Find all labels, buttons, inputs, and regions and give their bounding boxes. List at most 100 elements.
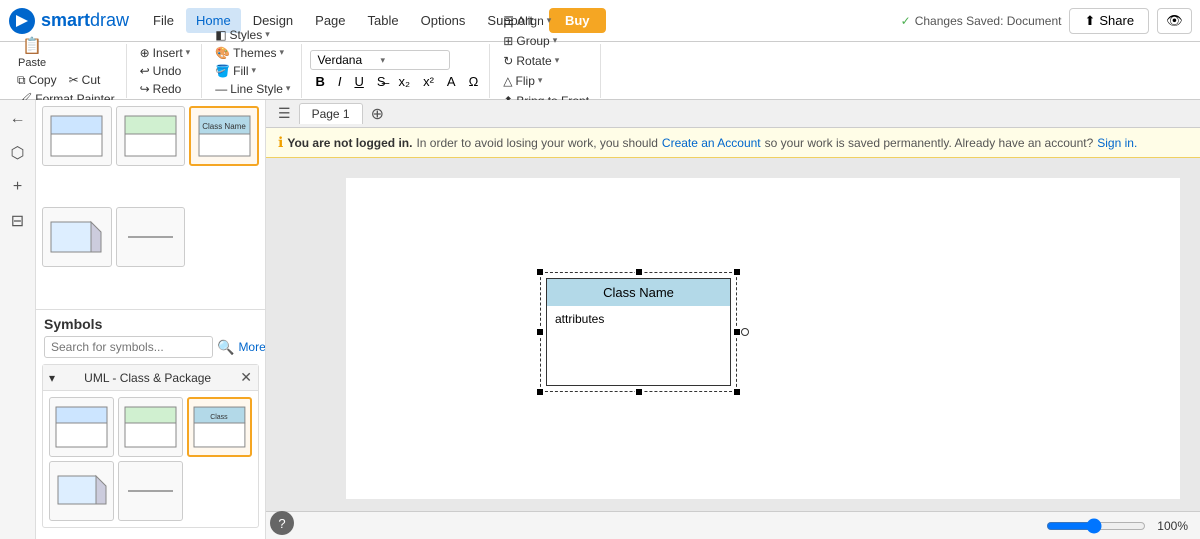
uml-thumbnail-5[interactable] <box>118 461 183 521</box>
handle-bm[interactable] <box>635 388 643 396</box>
warning-banner: ℹ You are not logged in. In order to avo… <box>266 128 1200 158</box>
styles-button[interactable]: ◧ Styles ▾ <box>210 26 275 44</box>
share-label[interactable]: Share <box>1099 13 1134 28</box>
rotate-button[interactable]: ↻ Rotate ▾ <box>498 52 594 70</box>
zoom-slider[interactable] <box>1046 518 1146 534</box>
superscript-button[interactable]: x² <box>418 72 439 91</box>
nav-page[interactable]: Page <box>305 8 355 33</box>
uml-thumbnail-3-active[interactable]: Class <box>187 397 252 457</box>
help-button[interactable]: ? <box>270 511 294 535</box>
themes-button[interactable]: 🎨 Themes ▾ <box>210 44 289 62</box>
page-1-tab[interactable]: Page 1 <box>299 103 363 124</box>
nav-options[interactable]: Options <box>411 8 476 33</box>
uml-diagram[interactable]: Class Name attributes <box>546 278 731 386</box>
line-style-button[interactable]: — Line Style ▾ <box>210 80 295 98</box>
flip-button[interactable]: △ Flip ▾ <box>498 72 594 90</box>
copy-button[interactable]: ⧉ Copy <box>12 71 62 90</box>
handle-tm[interactable] <box>635 268 643 276</box>
font-format-row: B I U S̶ x₂ x² A Ω <box>310 72 483 91</box>
group-button[interactable]: ⊞ Group ▾ <box>498 32 594 50</box>
themes-label: Themes <box>233 46 276 60</box>
warning-main-text: In order to avoid losing your work, you … <box>416 136 657 150</box>
page-tabs: ☰ Page 1 ⊕ <box>266 100 1200 128</box>
rotate-label: Rotate <box>516 54 551 68</box>
canvas-area: ☰ Page 1 ⊕ ℹ You are not logged in. In o… <box>266 100 1200 539</box>
font-selector[interactable]: Verdana ▾ <box>310 50 450 70</box>
create-account-link[interactable]: Create an Account <box>662 136 761 150</box>
view-button[interactable]: 👁 <box>1157 8 1192 34</box>
logo: smartdraw <box>8 7 129 35</box>
canvas-workspace[interactable]: Class Name attributes 100% <box>266 158 1200 539</box>
fill-button[interactable]: 🪣 Fill ▾ <box>210 62 261 80</box>
nav-table[interactable]: Table <box>358 8 409 33</box>
add-button[interactable]: + <box>3 172 33 202</box>
left-sidebar: ← ⬡ + ⊟ <box>0 100 36 539</box>
handle-bl[interactable] <box>536 388 544 396</box>
group-dropdown-icon: ▾ <box>553 35 558 46</box>
thumbnail-4[interactable] <box>42 207 112 267</box>
uml-close-button[interactable]: ✕ <box>240 369 252 386</box>
redo-button[interactable]: ↪ Redo <box>135 80 187 98</box>
rotate-dropdown-icon: ▾ <box>555 55 560 66</box>
undo-button[interactable]: ↩ Undo <box>135 62 187 80</box>
insert-label: Insert <box>153 46 183 60</box>
changes-saved-indicator: ✓ Changes Saved: Document <box>901 14 1062 28</box>
underline-button[interactable]: U <box>349 72 368 91</box>
logo-icon <box>8 7 36 35</box>
paste-button[interactable]: 📋 Paste <box>12 34 52 71</box>
symbols-more-button[interactable]: More ⊕ <box>238 340 266 354</box>
symbols-search-button[interactable]: 🔍 <box>217 339 234 356</box>
handle-tr[interactable] <box>733 268 741 276</box>
flip-label: Flip <box>516 74 535 88</box>
uml-thumbnail-1[interactable] <box>49 397 114 457</box>
insert-button[interactable]: ⊕ Insert ▾ <box>135 44 196 62</box>
thumbnail-1[interactable] <box>42 106 112 166</box>
logo-draw: draw <box>90 10 129 30</box>
align-button[interactable]: ☰ Align ▾ <box>498 12 594 30</box>
uml-thumbnail-4[interactable] <box>49 461 114 521</box>
shapes-button[interactable]: ⬡ <box>3 138 33 168</box>
handle-br[interactable] <box>733 388 741 396</box>
italic-button[interactable]: I <box>333 72 347 91</box>
connection-handle[interactable] <box>741 328 749 336</box>
redo-label: Redo <box>153 82 182 96</box>
logo-text: smartdraw <box>41 10 129 31</box>
share-button[interactable]: ⬆ Share <box>1069 8 1149 34</box>
nav-file[interactable]: File <box>143 8 184 33</box>
align-icon: ☰ <box>503 14 514 28</box>
uml-class-header[interactable]: Class Name <box>546 278 731 306</box>
themes-icon: 🎨 <box>215 46 230 60</box>
cut-button[interactable]: ✂ Cut <box>64 71 106 89</box>
symbols-search-input[interactable] <box>44 336 213 358</box>
symbols-title: Symbols <box>36 310 265 336</box>
strikethrough-button[interactable]: S̶ <box>372 72 391 91</box>
uml-thumbnail-2[interactable] <box>118 397 183 457</box>
handle-ml[interactable] <box>536 328 544 336</box>
thumbnail-5[interactable] <box>116 207 186 267</box>
thumbnail-3-active[interactable]: Class Name <box>189 106 259 166</box>
uml-wrapper: Class Name attributes <box>546 278 731 386</box>
warning-bold-text: You are not logged in. <box>287 136 412 150</box>
special-chars-button[interactable]: Ω <box>464 72 484 91</box>
insert-undo-group: ⊕ Insert ▾ ↩ Undo ↪ Redo <box>129 44 203 98</box>
symbols-panel: Class Name Symbols 🔍 <box>36 100 266 539</box>
uml-chevron-icon[interactable]: ▾ <box>49 371 55 385</box>
bold-button[interactable]: B <box>310 72 329 91</box>
clipboard-row: ⧉ Copy ✂ Cut <box>12 71 105 90</box>
page-list-button[interactable]: ☰ <box>274 103 295 124</box>
main-layout: ← ⬡ + ⊟ Class Na <box>0 100 1200 539</box>
thumbnail-2[interactable] <box>116 106 186 166</box>
font-color-button[interactable]: A <box>442 72 461 91</box>
add-page-button[interactable]: ⊕ <box>367 102 388 126</box>
layers-button[interactable]: ⊟ <box>3 206 33 236</box>
subscript-button[interactable]: x₂ <box>394 72 416 91</box>
uml-class-body[interactable]: attributes <box>546 306 731 386</box>
flip-dropdown-icon: ▾ <box>538 75 543 86</box>
uml-section-title: UML - Class & Package <box>84 371 211 385</box>
handle-tl[interactable] <box>536 268 544 276</box>
back-button[interactable]: ← <box>3 104 33 134</box>
handle-mr[interactable] <box>733 328 741 336</box>
sign-in-link[interactable]: Sign in. <box>1097 136 1137 150</box>
font-group: Verdana ▾ B I U S̶ x₂ x² A Ω <box>304 44 490 98</box>
warning-after-link: so your work is saved permanently. Alrea… <box>765 136 1094 150</box>
